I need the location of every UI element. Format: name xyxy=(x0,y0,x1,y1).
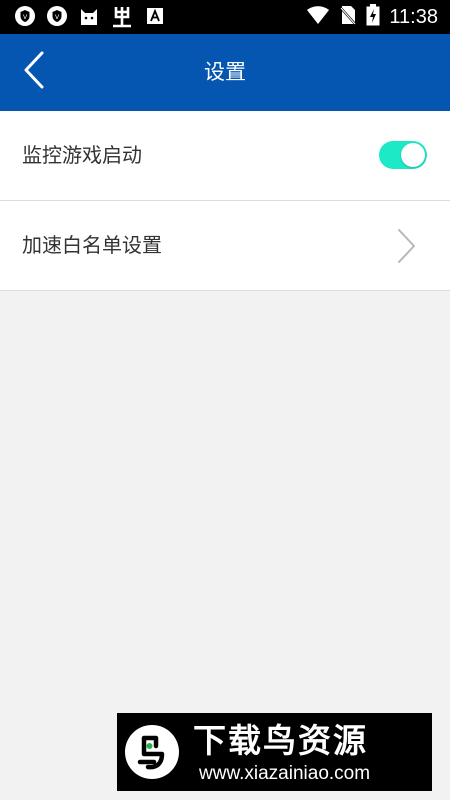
cat-icon xyxy=(78,5,100,31)
chevron-right-icon xyxy=(396,228,416,268)
settings-list: 监控游戏启动 加速白名单设置 xyxy=(0,111,450,291)
watermark-url: www.xiazainiao.com xyxy=(199,763,371,784)
watermark-banner: 下载鸟资源 www.xiazainiao.com xyxy=(117,713,432,791)
status-time: 11:38 xyxy=(389,6,438,28)
shield-icon: V xyxy=(14,5,36,31)
bird-logo-icon xyxy=(124,724,180,780)
setting-row-acceleration-whitelist[interactable]: 加速白名单设置 xyxy=(0,201,450,291)
no-sim-icon xyxy=(339,4,358,30)
status-bar-system: 11:38 xyxy=(306,4,438,30)
monitor-game-launch-toggle[interactable] xyxy=(379,141,427,169)
toggle-knob xyxy=(401,143,425,167)
watermark-title: 下载鸟资源 xyxy=(193,721,368,760)
font-icon xyxy=(144,5,166,31)
app-bar: 设置 xyxy=(0,34,450,111)
bug-icon xyxy=(110,4,134,32)
shield-icon: V xyxy=(46,5,68,31)
wifi-icon xyxy=(306,5,330,29)
status-bar: V V 11:38 xyxy=(0,0,450,34)
setting-label: 监控游戏启动 xyxy=(22,143,142,167)
page-title: 设置 xyxy=(204,60,246,84)
battery-charging-icon xyxy=(366,4,380,30)
setting-label: 加速白名单设置 xyxy=(22,233,162,257)
status-bar-notifications: V V xyxy=(14,4,166,32)
setting-row-monitor-game-launch[interactable]: 监控游戏启动 xyxy=(0,111,450,201)
